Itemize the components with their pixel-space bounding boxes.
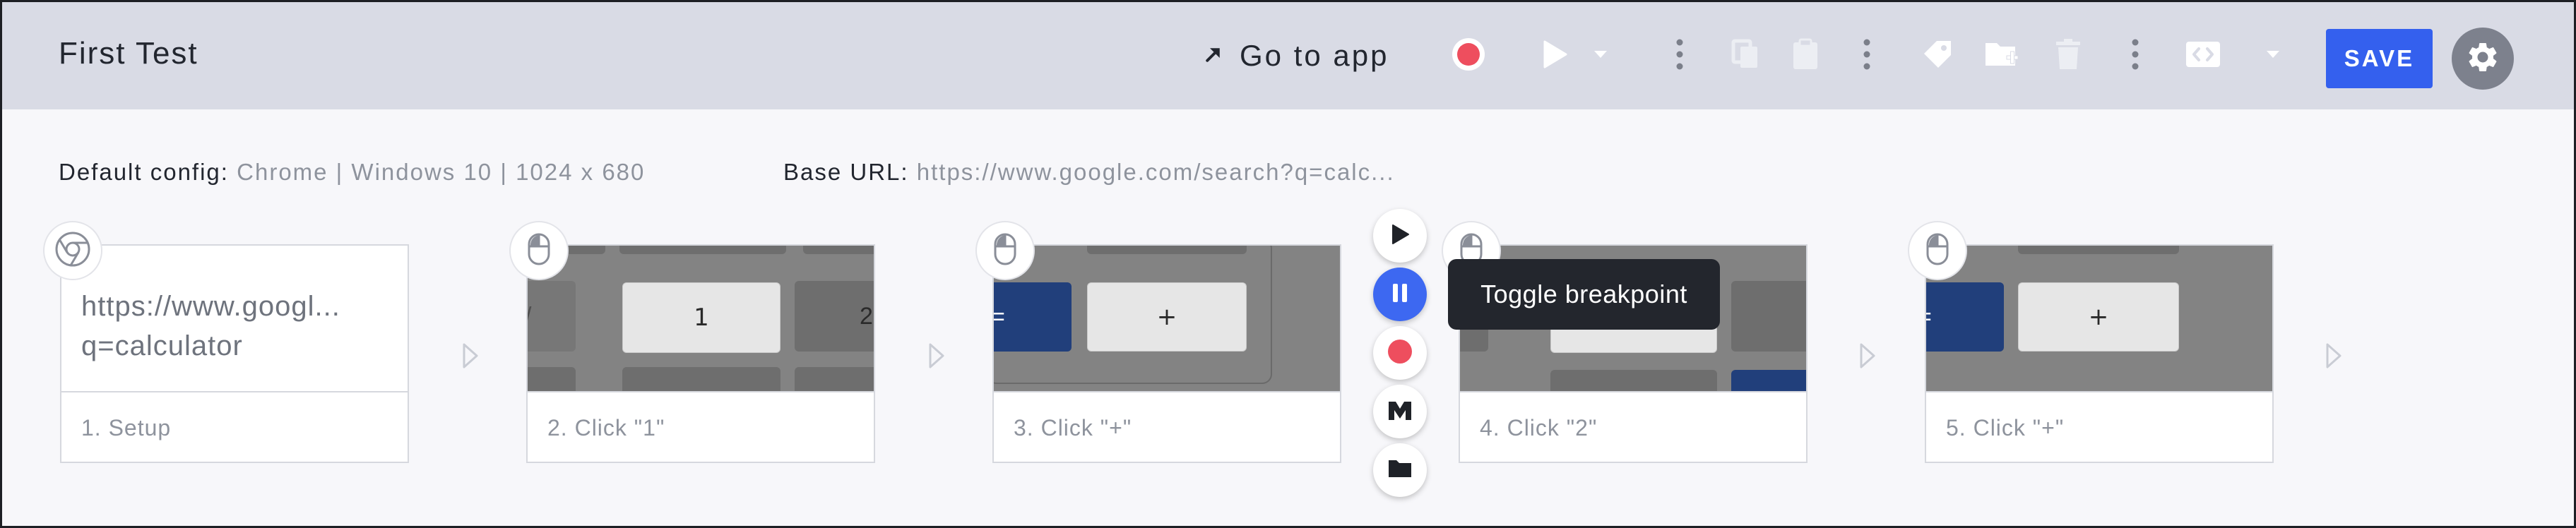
key-2-partial: 2 [860,302,873,330]
tag-icon [1921,38,1954,74]
step-card-click-plus[interactable]: = + 3. Click "+" [992,244,1341,463]
test-editor-window: First Test Go to app SAVE Default config… [0,0,2576,528]
base-url[interactable]: Base URL: https://www.google.com/search?… [783,159,1395,186]
delete-button[interactable] [2043,29,2093,83]
tag-button[interactable] [1913,29,1962,83]
paste-button[interactable] [1782,29,1829,83]
step-type-badge [43,221,102,280]
step-type-badge [1908,221,1967,280]
folder-button[interactable] [1373,443,1427,497]
record-from-here-button[interactable] [1373,326,1427,380]
step-thumbnail: / 1 2 [528,246,874,391]
step-card-setup[interactable]: https://www.googl... q=calculator 1. Set… [60,244,409,463]
key-plus: + [2018,282,2179,352]
step-caption: 2. Click "1" [528,391,874,462]
toggle-breakpoint-button[interactable] [1373,268,1427,321]
default-config-value: Chrome | Windows 10 | 1024 x 680 [237,159,646,185]
caret-down-icon [1593,49,1608,63]
breakpoint-tooltip: Toggle breakpoint [1448,259,1720,330]
step-connector-arrow [925,340,949,372]
caret-down-icon [2265,49,2281,63]
step-caption: 3. Click "+" [994,391,1340,462]
paste-icon [1791,38,1820,74]
more-options-button-2[interactable] [1849,29,1884,83]
arrow-up-right-icon [1203,44,1224,68]
base-url-label: Base URL: [783,159,909,185]
copy-button[interactable] [1722,29,1769,83]
more-vertical-icon [1863,38,1870,74]
step-caption: 5. Click "+" [1926,391,2272,462]
mouse-icon [993,232,1017,270]
chrome-icon [54,230,92,272]
play-icon [1541,39,1569,73]
trash-icon [2055,38,2082,74]
mouse-icon [527,232,551,270]
step-connector-arrow [458,340,482,372]
step-caption: 4. Click "2" [1460,391,1806,462]
add-to-folder-button[interactable] [1975,29,2029,83]
gear-icon [2465,40,2500,78]
save-button[interactable]: SAVE [2326,29,2433,88]
module-button[interactable] [1373,385,1427,438]
folder-add-icon [1984,39,2019,73]
more-options-button[interactable] [1662,29,1697,83]
play-button[interactable] [1526,29,1583,83]
m-logo-icon [1386,397,1414,426]
more-vertical-icon [1676,38,1683,74]
code-icon [2185,40,2221,72]
folder-icon [1387,457,1413,484]
step-thumbnail: https://www.googl... q=calculator [61,246,408,391]
key-1: 1 [622,282,780,353]
test-title[interactable]: First Test [59,36,198,71]
step-caption: 1. Setup [61,391,408,462]
step-thumbnail: = + [1926,246,2272,391]
pause-icon [1389,282,1411,308]
base-url-value: https://www.google.com/search?q=calc... [916,159,1395,185]
play-icon [1389,223,1411,249]
go-to-app-label: Go to app [1240,39,1389,72]
step-connector-arrow [2322,340,2346,372]
more-vertical-icon [2132,38,2139,74]
more-options-button-3[interactable] [2118,29,2153,83]
step-thumbnail: = + [994,246,1340,391]
step-type-badge [975,221,1035,280]
copy-icon [1731,38,1760,74]
play-options-dropdown[interactable] [1583,29,1618,83]
record-button[interactable] [1444,29,1493,83]
step-type-badge [509,221,569,280]
code-export-button[interactable] [2175,29,2231,83]
go-to-app-button[interactable]: Go to app [1203,29,1415,83]
key-equals: = [1926,282,2004,352]
settings-button[interactable] [2452,28,2514,90]
top-bar: First Test Go to app SAVE [2,2,2574,109]
step-card-click-1[interactable]: / 1 2 2. Click "1" [526,244,875,463]
default-config[interactable]: Default config: Chrome | Windows 10 | 10… [59,159,645,186]
step-url-line-2: q=calculator [81,330,243,361]
run-from-here-button[interactable] [1373,209,1427,263]
record-icon [1450,36,1487,76]
step-card-click-plus-2[interactable]: = + 5. Click "+" [1925,244,2274,463]
step-connector-arrow [1856,340,1880,372]
mouse-icon [1925,232,1949,270]
record-icon [1386,337,1414,369]
default-config-label: Default config: [59,159,229,185]
code-export-dropdown[interactable] [2252,29,2294,83]
step-url-line-1: https://www.googl... [81,291,340,322]
